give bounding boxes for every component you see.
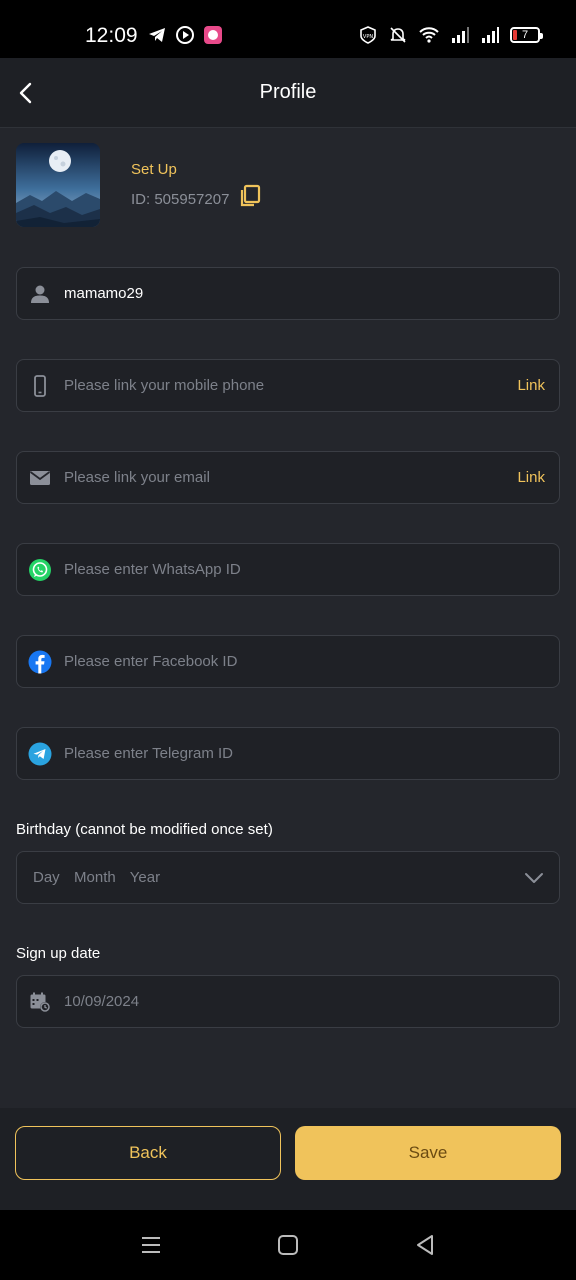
calendar-icon — [28, 990, 52, 1014]
menu-icon[interactable] — [138, 1232, 164, 1258]
whatsapp-placeholder: Please enter WhatsApp ID — [64, 561, 241, 578]
back-button[interactable]: Back — [15, 1126, 281, 1180]
telegram-field[interactable]: Please enter Telegram ID — [16, 727, 560, 780]
battery-level: 7 — [521, 29, 529, 41]
vpn-icon: VPN — [360, 26, 376, 44]
facebook-placeholder: Please enter Facebook ID — [64, 653, 238, 670]
whatsapp-field[interactable]: Please enter WhatsApp ID — [16, 543, 560, 596]
phone-field[interactable]: Please link your mobile phone Link — [16, 359, 560, 412]
status-time: 12:09 — [85, 24, 138, 47]
system-nav-bar — [0, 1210, 576, 1280]
phone-icon — [28, 374, 52, 398]
profile-summary: Set Up ID: 505957207 — [16, 143, 560, 229]
mail-icon — [28, 466, 52, 490]
telegram-icon — [28, 742, 52, 766]
telegram-placeholder: Please enter Telegram ID — [64, 745, 233, 762]
signal-icon — [452, 27, 469, 43]
back-nav-icon[interactable] — [412, 1232, 438, 1258]
link-email-button[interactable]: Link — [517, 469, 545, 486]
user-icon — [28, 282, 52, 306]
mute-icon — [390, 27, 406, 43]
username-value: mamamo29 — [64, 285, 144, 302]
signup-date-value: 10/09/2024 — [64, 993, 140, 1010]
avatar[interactable] — [16, 143, 100, 227]
svg-text:VPN: VPN — [363, 34, 373, 40]
birthday-label: Birthday (cannot be modified once set) — [16, 821, 273, 838]
home-icon[interactable] — [275, 1232, 301, 1258]
chevron-down-icon — [525, 873, 543, 883]
link-phone-button[interactable]: Link — [517, 377, 545, 394]
status-bar: 12:09 VPN 7 — [0, 0, 576, 58]
facebook-icon — [28, 650, 52, 674]
chevron-left-icon[interactable] — [14, 80, 40, 106]
telegram-icon — [149, 28, 165, 42]
birthday-placeholder: Day Month Year — [33, 869, 161, 886]
email-field[interactable]: Please link your email Link — [16, 451, 560, 504]
signup-date-field: 10/09/2024 — [16, 975, 560, 1028]
battery-icon: 7 — [510, 27, 543, 43]
save-button[interactable]: Save — [295, 1126, 561, 1180]
play-icon — [176, 26, 194, 44]
app-icon — [204, 26, 222, 44]
birthday-select[interactable]: Day Month Year — [16, 851, 560, 904]
email-placeholder: Please link your email — [64, 469, 210, 486]
signal-icon-2 — [482, 27, 499, 43]
copy-icon[interactable] — [238, 184, 262, 208]
app-header: Profile — [0, 58, 576, 128]
user-id: ID: 505957207 — [131, 191, 230, 208]
signup-label: Sign up date — [16, 945, 101, 962]
facebook-field[interactable]: Please enter Facebook ID — [16, 635, 560, 688]
whatsapp-icon — [28, 558, 52, 582]
setup-link[interactable]: Set Up — [131, 161, 177, 178]
page-title: Profile — [259, 81, 317, 103]
phone-placeholder: Please link your mobile phone — [64, 377, 265, 394]
username-field[interactable]: mamamo29 — [16, 267, 560, 320]
wifi-icon — [419, 27, 439, 43]
